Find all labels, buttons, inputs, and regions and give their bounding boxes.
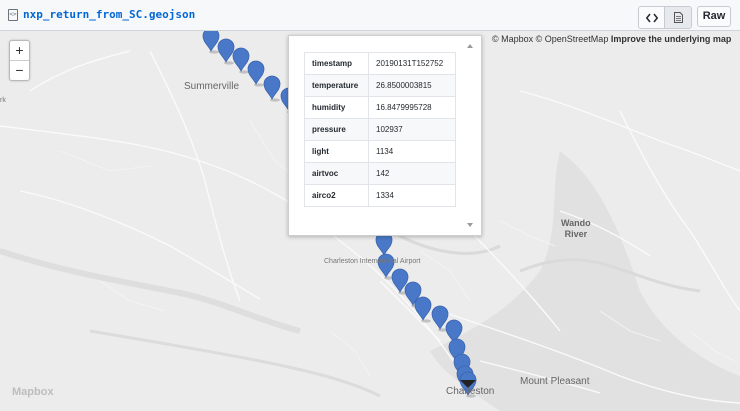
wando-label-line1: Wando bbox=[561, 218, 591, 228]
water-area bbox=[0, 248, 301, 334]
property-value: 1334 bbox=[368, 184, 456, 207]
map-view[interactable]: + − © Mapbox © OpenStreetMap Improve the… bbox=[0, 31, 740, 411]
document-icon bbox=[673, 12, 683, 23]
city-label-mount-pleasant: Mount Pleasant bbox=[520, 376, 590, 387]
map-pin-icon[interactable] bbox=[263, 75, 281, 100]
city-label-airport: Charleston International Airport bbox=[324, 258, 421, 265]
attribution-text[interactable]: © Mapbox © OpenStreetMap bbox=[492, 34, 608, 44]
map-pin-icon[interactable] bbox=[217, 38, 235, 63]
wando-label-line2: River bbox=[564, 229, 588, 239]
table-row: pressure 102937 bbox=[304, 118, 456, 141]
raw-button[interactable]: Raw bbox=[697, 6, 731, 27]
feature-popup: timestamp 20190131T152752 temperature 26.85… bbox=[288, 35, 482, 236]
property-key: light bbox=[304, 140, 369, 163]
code-icon bbox=[645, 13, 658, 22]
property-value: 16.8479995728 bbox=[368, 96, 456, 119]
view-toggle-group bbox=[638, 6, 692, 29]
map-pin-icon[interactable] bbox=[202, 31, 220, 52]
property-key: airco2 bbox=[304, 184, 369, 207]
city-label-wando-river: Wando River bbox=[561, 218, 591, 240]
properties-table: timestamp 20190131T152752 temperature 26.85… bbox=[304, 52, 456, 207]
property-value: 26.8500003815 bbox=[368, 74, 456, 97]
code-view-button[interactable] bbox=[639, 7, 665, 28]
city-label-edge: rk bbox=[0, 97, 6, 104]
table-row: airtvoc 142 bbox=[304, 162, 456, 185]
city-label-summerville: Summerville bbox=[184, 81, 240, 92]
property-key: timestamp bbox=[304, 52, 369, 75]
zoom-out-button[interactable]: − bbox=[10, 61, 29, 80]
map-pin-icon[interactable] bbox=[431, 305, 449, 330]
property-value: 142 bbox=[368, 162, 456, 185]
property-key: temperature bbox=[304, 74, 369, 97]
map-pin-icon[interactable] bbox=[232, 47, 250, 72]
improve-map-link[interactable]: Improve the underlying map bbox=[611, 34, 732, 44]
popup-scrollbar[interactable] bbox=[466, 44, 474, 227]
scroll-down-icon[interactable] bbox=[467, 223, 473, 227]
property-value: 1134 bbox=[368, 140, 456, 163]
zoom-in-button[interactable]: + bbox=[10, 41, 29, 61]
table-row: humidity 16.8479995728 bbox=[304, 96, 456, 119]
table-row: airco2 1334 bbox=[304, 184, 456, 207]
file-header: <> nxp_return_from_SC.geojson Raw bbox=[0, 0, 740, 31]
property-key: pressure bbox=[304, 118, 369, 141]
table-row: light 1134 bbox=[304, 140, 456, 163]
scroll-up-icon[interactable] bbox=[467, 44, 473, 48]
code-file-icon: <> bbox=[8, 9, 18, 21]
property-key: airtvoc bbox=[304, 162, 369, 185]
map-attribution: © Mapbox © OpenStreetMap Improve the und… bbox=[492, 34, 731, 44]
city-label-charleston: Charleston bbox=[446, 386, 495, 397]
property-key: humidity bbox=[304, 96, 369, 119]
map-pin-icon[interactable] bbox=[414, 296, 432, 321]
property-value: 20190131T152752 bbox=[368, 52, 456, 75]
zoom-control: + − bbox=[9, 40, 30, 81]
table-row: timestamp 20190131T152752 bbox=[304, 52, 456, 75]
table-row: temperature 26.8500003815 bbox=[304, 74, 456, 97]
mapbox-logo[interactable]: Mapbox bbox=[12, 386, 54, 398]
river-line bbox=[89, 329, 381, 398]
map-pin-icon[interactable] bbox=[247, 60, 265, 85]
rendered-view-button[interactable] bbox=[665, 7, 691, 28]
property-value: 102937 bbox=[368, 118, 456, 141]
file-name: nxp_return_from_SC.geojson bbox=[23, 8, 196, 21]
